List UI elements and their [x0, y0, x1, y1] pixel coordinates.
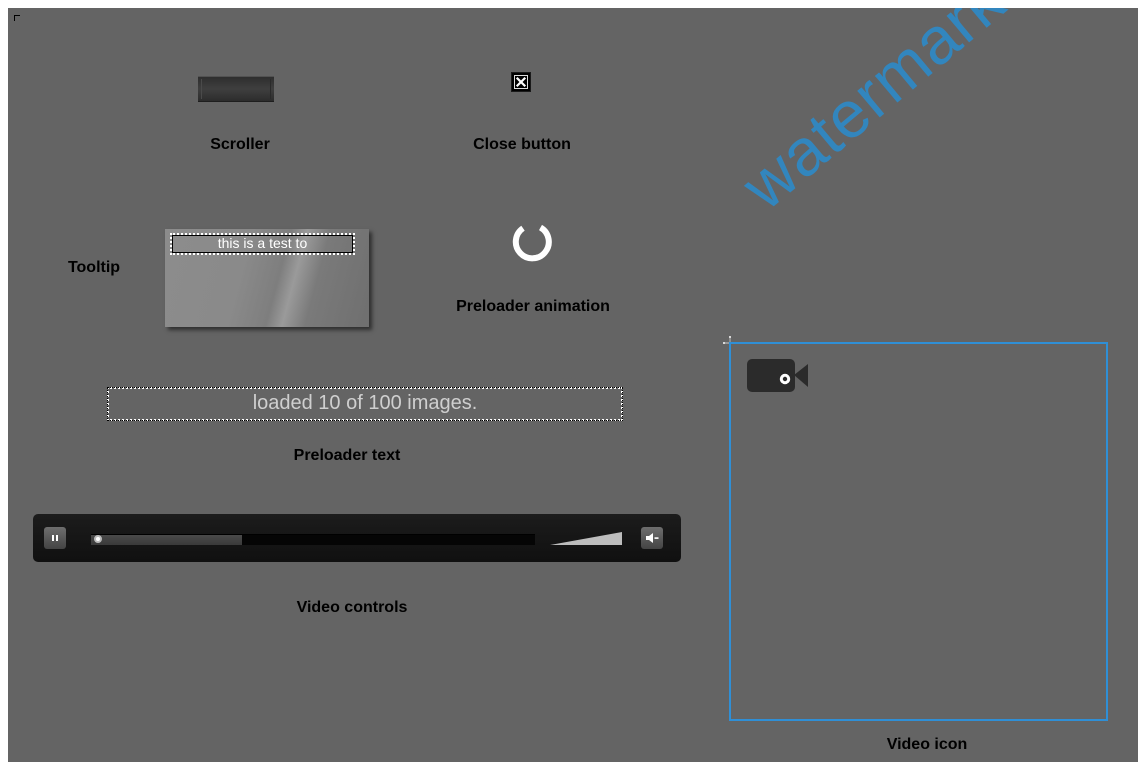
video-camera-icon[interactable] — [745, 357, 811, 393]
mute-button[interactable] — [641, 527, 663, 549]
pause-button[interactable] — [44, 527, 66, 549]
watermark: watermark — [727, 8, 1019, 224]
spinner-icon — [512, 224, 552, 262]
video-icon-label: Video icon — [886, 736, 968, 753]
volume-icon — [646, 533, 659, 543]
preloader-text-label: Preloader text — [293, 447, 401, 464]
preloader-text-box: loaded 10 of 100 images. — [107, 387, 623, 421]
close-button-label: Close button — [473, 136, 571, 153]
scroller-thumb[interactable] — [198, 76, 274, 102]
scroller-label: Scroller — [210, 136, 270, 153]
tooltip-preview: this is a test to — [165, 229, 369, 327]
video-controls-label: Video controls — [296, 599, 408, 616]
video-progress-thumb[interactable] — [94, 535, 102, 543]
close-icon — [514, 75, 528, 89]
corner-marker — [14, 15, 20, 21]
video-controls-bar — [33, 514, 681, 562]
pause-icon — [52, 535, 58, 541]
tooltip-label: Tooltip — [67, 259, 121, 276]
preview-stage: Scroller Close button Tooltip this is a … — [8, 8, 1138, 762]
volume-slider[interactable] — [550, 532, 622, 545]
preloader-animation-label: Preloader animation — [456, 298, 610, 315]
tooltip-text: this is a test to — [170, 233, 355, 255]
video-progress-track[interactable] — [91, 534, 535, 545]
video-progress-fill — [91, 535, 242, 545]
video-icon-frame — [729, 342, 1108, 721]
close-button[interactable] — [511, 72, 531, 92]
